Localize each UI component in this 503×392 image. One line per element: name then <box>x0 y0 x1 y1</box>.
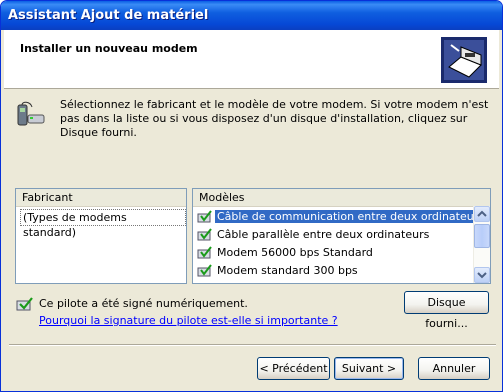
model-label: Modem 56000 bps Standard <box>217 246 373 259</box>
manufacturer-column-header[interactable]: Fabricant <box>16 189 186 207</box>
intro-text: Sélectionnez le fabricant et le modèle d… <box>60 98 489 139</box>
model-label: Modem standard 300 bps <box>217 264 358 277</box>
list-item[interactable]: Câble de communication entre deux ordina… <box>197 208 486 225</box>
back-button[interactable]: < Précédent <box>257 357 330 380</box>
model-list[interactable]: Modèles Câble de communication entre deu… <box>192 188 491 284</box>
have-disk-button[interactable]: Disque fourni... <box>404 291 489 330</box>
model-list-scrollbar[interactable] <box>473 206 490 283</box>
separator <box>9 344 496 346</box>
hardware-wizard-icon <box>441 37 487 83</box>
signature-info-link[interactable]: Pourquoi la signature du pilote est-elle… <box>39 314 338 327</box>
page-title: Installer un nouveau modem <box>20 42 198 55</box>
chevron-down-icon <box>477 272 487 279</box>
signature-status-text: Ce pilote a été signé numériquement. <box>39 297 248 310</box>
title-bar[interactable]: Assistant Ajout de matériel <box>1 1 502 30</box>
scroll-thumb[interactable] <box>474 224 490 248</box>
cancel-button[interactable]: Annuler <box>418 357 490 380</box>
manufacturer-list[interactable]: Fabricant (Types de modems standard) <box>15 188 187 284</box>
signed-driver-icon <box>197 246 212 259</box>
wizard-header: Installer un nouveau modem <box>4 30 499 89</box>
add-hardware-wizard-window: Assistant Ajout de matériel Installer un… <box>0 0 503 392</box>
modem-icon <box>17 101 45 126</box>
model-label: Câble de communication entre deux ordina… <box>215 210 486 223</box>
next-button[interactable]: Suivant > <box>334 357 404 380</box>
list-item[interactable]: (Types de modems standard) <box>20 209 186 239</box>
signed-driver-icon <box>197 264 212 277</box>
list-item[interactable]: Modem 56000 bps Standard <box>197 244 375 261</box>
chevron-up-icon <box>477 210 487 217</box>
signed-driver-icon <box>197 228 212 241</box>
scroll-down-button[interactable] <box>474 267 490 283</box>
signed-driver-icon <box>16 297 33 311</box>
list-item[interactable]: Modem standard 300 bps <box>197 262 360 279</box>
window-title: Assistant Ajout de matériel <box>8 8 209 23</box>
model-label: Câble parallèle entre deux ordinateurs <box>217 228 430 241</box>
signed-driver-icon <box>197 210 212 223</box>
list-item[interactable]: Câble parallèle entre deux ordinateurs <box>197 226 431 243</box>
model-column-header[interactable]: Modèles <box>193 189 490 207</box>
scroll-up-button[interactable] <box>474 206 490 222</box>
